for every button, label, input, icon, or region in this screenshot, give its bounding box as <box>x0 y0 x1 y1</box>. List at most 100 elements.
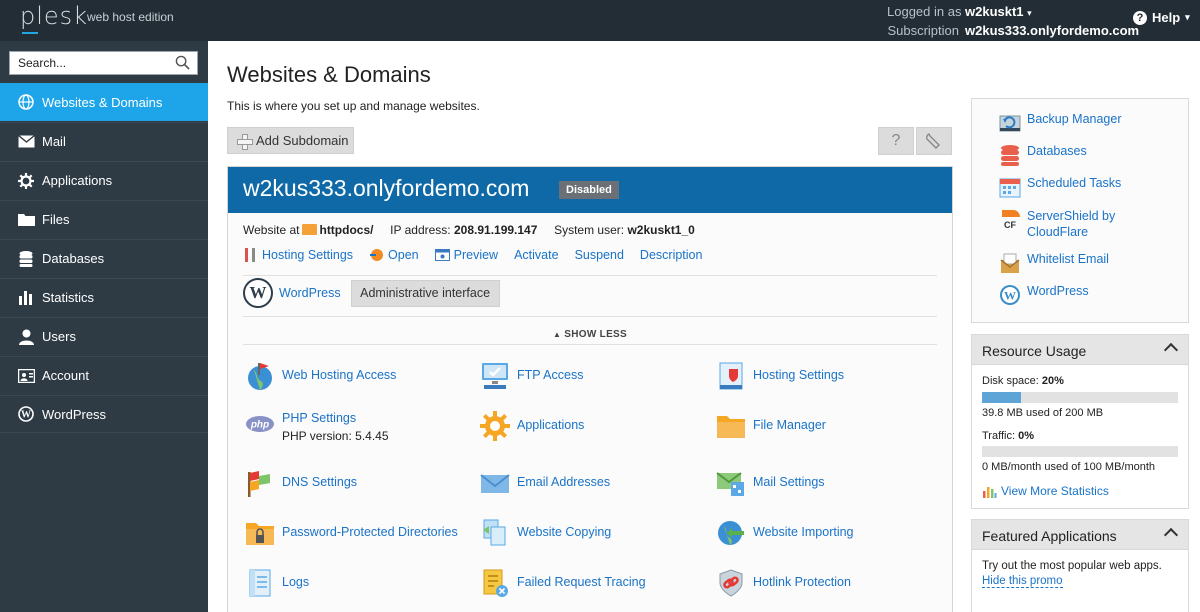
whitelist-email-icon <box>1000 253 1020 273</box>
scheduled-tasks-link[interactable]: Scheduled Tasks <box>999 176 1121 198</box>
docroot-link[interactable]: httpdocs/ <box>319 223 373 237</box>
php-version: PHP version: 5.4.45 <box>282 429 389 443</box>
featured-text: Try out the most popular web apps. <box>982 560 1162 572</box>
preview-icon <box>434 249 450 261</box>
sidebar-item-applications[interactable]: Applications <box>0 161 208 199</box>
hosting-settings-link[interactable]: Hosting Settings <box>243 248 353 262</box>
help-menu[interactable]: ? Help ▾ <box>1133 10 1190 25</box>
sidebar-item-websites-domains[interactable]: Websites & Domains <box>0 83 208 121</box>
sidebar: Search... Websites & Domains Mail Applic… <box>0 41 208 612</box>
tool-mail-settings[interactable]: Mail Settings <box>716 468 825 498</box>
tool-label: Hotlink Protection <box>753 575 851 589</box>
sidebar-item-label: Files <box>42 212 70 227</box>
activate-link[interactable]: Activate <box>514 248 558 262</box>
show-less-toggle[interactable]: ▲ SHOW LESS <box>228 329 952 340</box>
page-description: This is where you set up and manage webs… <box>227 99 480 113</box>
tool-label: Email Addresses <box>517 475 611 489</box>
tool-website-importing[interactable]: Website Importing <box>716 518 854 548</box>
link-label: Scheduled Tasks <box>1027 176 1122 190</box>
subscription-link[interactable]: w2kus333.onlyfordemo.com <box>965 23 1139 38</box>
bar-chart-icon <box>17 290 35 306</box>
search-icon[interactable] <box>175 55 190 70</box>
sidebar-item-label: WordPress <box>42 406 107 422</box>
wordpress-link-right[interactable]: W WordPress <box>999 284 1089 306</box>
wordpress-icon: W <box>17 406 35 422</box>
tool-email-addresses[interactable]: Email Addresses <box>480 468 610 498</box>
sidebar-item-wordpress[interactable]: W WordPress <box>0 395 208 433</box>
gear-icon <box>17 172 35 189</box>
domain-name[interactable]: w2kus333.onlyfordemo.com <box>243 175 529 202</box>
view-more-statistics-label: View More Statistics <box>1001 484 1109 498</box>
action-label: Suspend <box>574 248 624 262</box>
tool-logs[interactable]: Logs <box>245 568 309 598</box>
databases-icon <box>1001 145 1019 166</box>
wordpress-link[interactable]: WordPress <box>279 286 341 300</box>
administrative-interface-button[interactable]: Administrative interface <box>350 279 500 307</box>
top-bar: plesk web host edition Logged in as w2kus… <box>0 0 1200 41</box>
scheduled-tasks-icon <box>999 178 1021 198</box>
help-button[interactable]: ? <box>878 127 914 155</box>
protected-directories-icon <box>246 523 274 545</box>
hide-promo-link[interactable]: Hide this promo <box>982 575 1063 588</box>
wordpress-logo-icon: W <box>243 278 273 308</box>
plesk-logo[interactable]: plesk <box>20 2 88 34</box>
sidebar-item-label: Mail <box>42 134 66 149</box>
tool-hosting-settings[interactable]: Hosting Settings <box>716 361 844 391</box>
backup-manager-link[interactable]: Backup Manager <box>999 112 1122 134</box>
tool-applications[interactable]: Applications <box>480 411 584 441</box>
tool-file-manager[interactable]: File Manager <box>716 411 826 441</box>
sidebar-item-files[interactable]: Files <box>0 200 208 238</box>
link-label: Databases <box>1027 144 1087 158</box>
tool-hotlink-protection[interactable]: Hotlink Protection <box>716 568 851 598</box>
settings-button[interactable] <box>916 127 952 155</box>
sidebar-item-statistics[interactable]: Statistics <box>0 278 208 316</box>
search-input[interactable]: Search... <box>9 51 198 75</box>
description-link[interactable]: Description <box>640 248 703 262</box>
panel-title: Resource Usage <box>982 343 1087 359</box>
sidebar-item-label: Account <box>42 368 89 383</box>
servershield-cloudflare-link[interactable]: CF ServerShield by CloudFlare <box>999 208 1137 240</box>
sidebar-item-databases[interactable]: Databases <box>0 239 208 277</box>
tool-label: PHP Settings <box>282 411 357 425</box>
tool-password-protected-directories[interactable]: Password-Protected Directories <box>245 518 458 548</box>
ip-label: IP address: <box>390 223 451 237</box>
sidebar-item-mail[interactable]: Mail <box>0 122 208 160</box>
collapse-chevron-icon[interactable] <box>1163 342 1179 358</box>
wordpress-row: W WordPress Administrative interface <box>243 278 500 308</box>
collapse-chevron-icon[interactable] <box>1163 527 1179 543</box>
envelope-icon <box>17 134 35 150</box>
tool-website-copying[interactable]: Website Copying <box>480 518 611 548</box>
sidebar-item-account[interactable]: Account <box>0 356 208 394</box>
account-icon <box>17 368 35 384</box>
domain-info-line: Website at httpdocs/ IP address: 208.91.1… <box>243 223 695 237</box>
add-subdomain-button[interactable]: Add Subdomain <box>227 127 354 154</box>
user-chevron-icon[interactable]: ▾ <box>1027 8 1032 18</box>
resource-usage-header[interactable]: Resource Usage <box>972 335 1188 365</box>
databases-link[interactable]: Databases <box>999 144 1087 166</box>
tool-label: Website Importing <box>753 525 854 539</box>
view-more-statistics-link[interactable]: View More Statistics <box>982 484 1109 498</box>
whitelist-email-link[interactable]: Whitelist Email <box>999 252 1109 274</box>
web-hosting-access-icon <box>248 363 272 390</box>
email-addresses-icon <box>480 474 510 493</box>
website-at-label: Website at <box>243 223 300 237</box>
question-icon: ? <box>891 132 901 149</box>
tool-dns-settings[interactable]: DNS Settings <box>245 468 357 498</box>
svg-text:CF: CF <box>1004 220 1016 230</box>
tool-label: DNS Settings <box>282 475 358 489</box>
tool-label: Mail Settings <box>753 475 825 489</box>
tool-failed-request-tracing[interactable]: Failed Request Tracing <box>480 568 646 598</box>
tool-label: Logs <box>282 575 310 589</box>
featured-applications-header[interactable]: Featured Applications <box>972 520 1188 550</box>
open-link[interactable]: Open <box>369 248 419 262</box>
tool-ftp-access[interactable]: FTP Access <box>480 361 583 391</box>
tool-php-settings[interactable]: php PHP Settings PHP version: 5.4.45 <box>245 411 389 443</box>
file-manager-icon <box>717 416 745 438</box>
sidebar-item-users[interactable]: Users <box>0 317 208 355</box>
failed-request-tracing-icon <box>483 569 508 597</box>
tool-web-hosting-access[interactable]: Web Hosting Access <box>245 361 396 391</box>
suspend-link[interactable]: Suspend <box>575 248 624 262</box>
user-menu[interactable]: w2kuskt1 <box>965 4 1024 19</box>
preview-link[interactable]: Preview <box>434 248 498 262</box>
wrench-icon <box>926 133 940 149</box>
